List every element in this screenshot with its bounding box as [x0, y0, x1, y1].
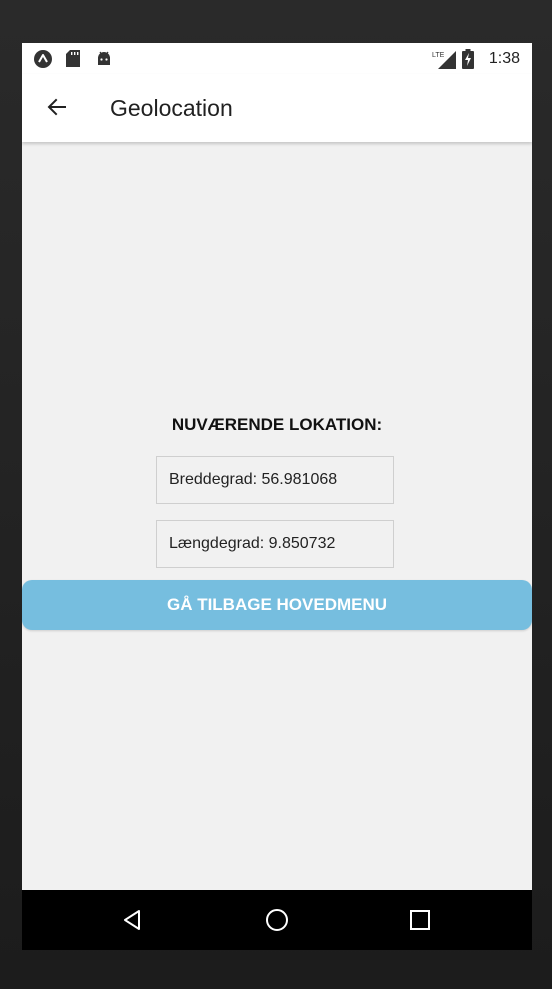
nav-recents-icon [410, 910, 430, 930]
nav-home-icon [266, 909, 288, 931]
sd-card-icon [66, 50, 80, 72]
nav-recents-button[interactable] [380, 890, 460, 950]
status-time: 1:38 [488, 50, 520, 67]
longitude-field: Længdegrad: 9.850732 [156, 520, 394, 568]
app-bar: Geolocation [22, 74, 532, 142]
status-bar: LTE 1:38 [22, 43, 532, 74]
phone-screen: LTE 1:38 Geolocation NUVÆRENDE LOKATION:… [22, 43, 532, 950]
nav-back-icon [124, 910, 140, 930]
back-button[interactable] [40, 90, 74, 124]
back-to-main-menu-button[interactable]: GÅ TILBAGE HOVEDMENU [22, 580, 532, 630]
location-heading: NUVÆRENDE LOKATION: [171, 415, 383, 434]
nav-back-button[interactable] [92, 890, 172, 950]
expo-icon [34, 50, 52, 73]
battery-charging-icon [462, 49, 474, 74]
svg-text:LTE: LTE [432, 52, 445, 59]
lte-signal-icon: LTE [432, 49, 456, 74]
nav-home-button[interactable] [237, 890, 317, 950]
system-nav-bar [22, 890, 532, 950]
arrow-back-icon [47, 98, 66, 116]
android-icon [96, 50, 112, 72]
latitude-field: Breddegrad: 56.981068 [156, 456, 394, 504]
page-title: Geolocation [110, 95, 233, 121]
